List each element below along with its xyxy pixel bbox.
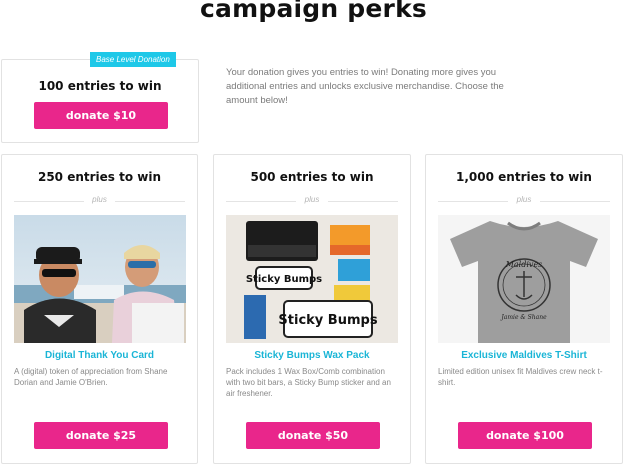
tier-card-1000: 1,000 entries to win plus Maldives Jamie… xyxy=(425,154,623,464)
plus-divider: plus xyxy=(438,195,610,207)
donate-100-button[interactable]: donate $100 xyxy=(458,422,592,449)
entries-label: 100 entries to win xyxy=(38,79,162,93)
wax-brand-label-large: Sticky Bumps xyxy=(278,313,377,328)
perk-title: Sticky Bumps Wax Pack xyxy=(254,350,370,361)
plus-divider: plus xyxy=(14,195,185,207)
tier-card-500: 500 entries to win plus Sticky Bumps Sti… xyxy=(213,154,411,464)
entries-label: 1,000 entries to win xyxy=(456,170,592,184)
plus-label: plus xyxy=(92,195,107,204)
tier-card-250: 250 entries to win plus Digital Thank Yo… xyxy=(1,154,198,464)
perk-title: Digital Thank You Card xyxy=(44,350,155,361)
perk-description: Pack includes 1 Wax Box/Comb combination… xyxy=(226,367,391,398)
shirt-sub-label: Jamie & Shane xyxy=(499,314,547,321)
intro-text: Your donation gives you entries to win! … xyxy=(226,67,504,106)
donate-25-button[interactable]: donate $25 xyxy=(34,422,168,449)
perk-description: Limited edition unisex fit Maldives crew… xyxy=(438,367,603,387)
shirt-brand-label: Maldives xyxy=(505,260,543,269)
base-tier-card: Base Level Donation 100 entries to win d… xyxy=(1,52,199,143)
perk-title: Exclusive Maldives T-Shirt xyxy=(461,350,587,361)
grey-tshirt-photo: Maldives Jamie & Shane xyxy=(438,215,610,343)
entries-label: 500 entries to win xyxy=(250,170,374,184)
entries-label: 250 entries to win xyxy=(37,170,162,184)
plus-label: plus xyxy=(304,195,320,204)
wax-brand-label: Sticky Bumps xyxy=(246,274,322,285)
donate-10-button[interactable]: donate $10 xyxy=(34,102,168,129)
two-surfers-photo xyxy=(14,215,186,343)
base-level-badge: Base Level Donation xyxy=(90,52,176,67)
plus-label: plus xyxy=(516,195,532,204)
wax-pack-photo: Sticky Bumps Sticky Bumps xyxy=(226,215,398,343)
donate-50-button[interactable]: donate $50 xyxy=(246,422,380,449)
perk-description: A (digital) token of appreciation from S… xyxy=(14,367,168,387)
page-title: campaign perks xyxy=(200,0,427,23)
plus-divider: plus xyxy=(226,195,398,207)
